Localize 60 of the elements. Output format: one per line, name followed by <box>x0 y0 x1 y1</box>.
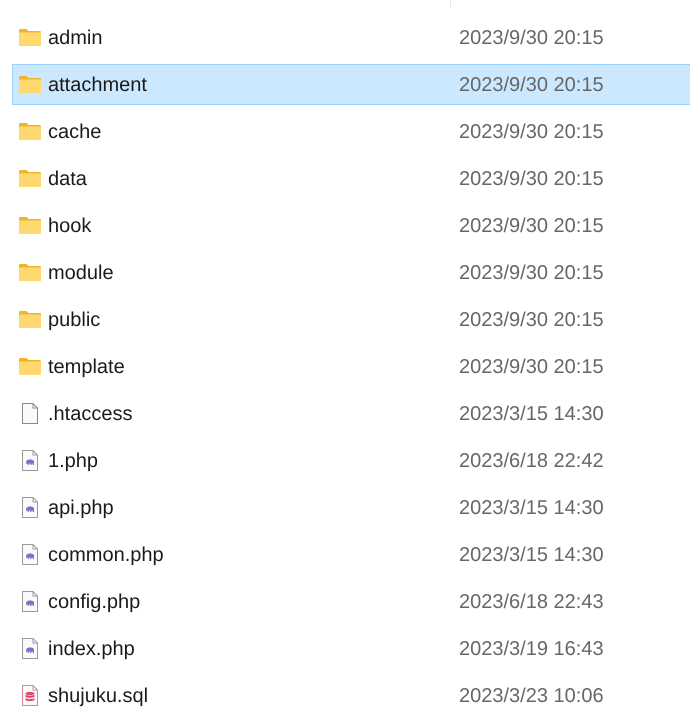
file-name: config.php <box>48 590 142 614</box>
document-elephant-icon <box>22 450 38 471</box>
modified-date: 2023/9/30 20:15 <box>459 214 604 238</box>
modified-date: 2023/9/30 20:15 <box>459 120 604 144</box>
file-row[interactable]: common.php 2023/3/15 14:30 <box>12 534 690 575</box>
file-row[interactable]: index.php 2023/3/19 16:43 <box>12 628 690 669</box>
file-row[interactable]: config.php 2023/6/18 22:43 <box>12 581 690 622</box>
modified-date: 2023/3/19 16:43 <box>459 636 604 660</box>
folder-icon <box>18 28 42 47</box>
file-name: public <box>48 308 102 332</box>
file-name: api.php <box>48 496 115 520</box>
file-name: admin <box>48 26 104 50</box>
document-elephant-icon <box>22 544 38 565</box>
file-name: template <box>48 354 126 378</box>
file-name: shujuku.sql <box>48 684 150 708</box>
document-elephant-icon <box>22 591 38 612</box>
file-row[interactable]: public 2023/9/30 20:15 <box>12 299 690 340</box>
file-row[interactable]: data 2023/9/30 20:15 <box>12 158 690 199</box>
modified-date: 2023/3/23 10:06 <box>459 684 604 708</box>
file-name: index.php <box>48 636 136 660</box>
modified-date: 2023/9/30 20:15 <box>459 354 604 378</box>
file-name: data <box>48 166 88 190</box>
modified-date: 2023/9/30 20:15 <box>459 260 604 284</box>
file-row[interactable]: cache 2023/9/30 20:15 <box>12 111 690 152</box>
file-name: hook <box>48 214 92 238</box>
file-row[interactable]: .htaccess 2023/3/15 14:30 <box>12 393 690 434</box>
file-name: module <box>48 260 115 284</box>
file-row[interactable]: module 2023/9/30 20:15 <box>12 252 690 293</box>
modified-date: 2023/9/30 20:15 <box>459 308 604 332</box>
file-name: 1.php <box>48 448 100 472</box>
folder-icon <box>18 216 42 235</box>
file-name: .htaccess <box>48 402 134 426</box>
file-name: attachment <box>48 72 148 96</box>
folder-icon <box>18 75 42 94</box>
file-row[interactable]: shujuku.sql 2023/3/23 10:06 <box>12 675 690 716</box>
folder-icon <box>18 263 42 282</box>
file-row[interactable]: hook 2023/9/30 20:15 <box>12 205 690 246</box>
file-row[interactable]: api.php 2023/3/15 14:30 <box>12 487 690 528</box>
file-row[interactable]: template 2023/9/30 20:15 <box>12 346 690 387</box>
blank-document-icon <box>22 403 38 424</box>
file-row[interactable]: 1.php 2023/6/18 22:42 <box>12 440 690 481</box>
file-name: cache <box>48 120 102 144</box>
modified-date: 2023/9/30 20:15 <box>459 166 604 190</box>
folder-icon <box>18 310 42 329</box>
folder-icon <box>18 169 42 188</box>
modified-date: 2023/3/15 14:30 <box>459 402 604 426</box>
document-elephant-icon <box>22 497 38 518</box>
file-row[interactable]: admin 2023/9/30 20:15 <box>12 17 690 58</box>
modified-date: 2023/6/18 22:42 <box>459 448 604 472</box>
modified-date: 2023/3/15 14:30 <box>459 496 604 520</box>
folder-icon <box>18 122 42 141</box>
document-database-icon <box>22 685 38 706</box>
modified-date: 2023/3/15 14:30 <box>459 542 604 566</box>
document-elephant-icon <box>22 638 38 659</box>
file-name: common.php <box>48 542 165 566</box>
modified-date: 2023/9/30 20:15 <box>459 72 604 96</box>
modified-date: 2023/6/18 22:43 <box>459 590 604 614</box>
folder-icon <box>18 357 42 376</box>
file-row[interactable]: attachment 2023/9/30 20:15 <box>12 64 690 105</box>
modified-date: 2023/9/30 20:15 <box>459 26 604 50</box>
